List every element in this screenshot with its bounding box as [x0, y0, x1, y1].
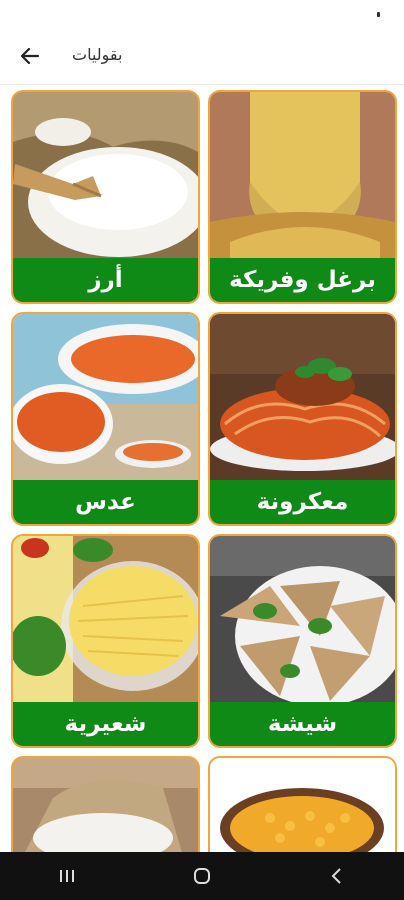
nav-back-button[interactable]	[307, 856, 367, 896]
page-title: بقوليات	[72, 45, 123, 64]
arrow-left-icon	[20, 47, 40, 65]
flour-image	[13, 758, 198, 856]
status-indicator	[377, 12, 380, 17]
category-label: معكرونة	[210, 480, 395, 524]
home-button[interactable]	[172, 856, 232, 896]
category-card-vermicelli[interactable]: شعيرية	[11, 534, 200, 748]
bulgur-image	[210, 92, 395, 258]
pasta-image	[210, 314, 395, 480]
vermicelli-image	[13, 536, 198, 702]
category-label: شعيرية	[13, 702, 198, 746]
status-bar	[0, 0, 404, 28]
category-label: شيشة	[210, 702, 395, 746]
corn-image	[210, 758, 395, 856]
category-label: برغل وفريكة	[210, 258, 395, 302]
category-card-flour[interactable]	[11, 756, 200, 856]
system-navigation-bar	[0, 852, 404, 900]
dumplings-image	[210, 536, 395, 702]
rice-image	[13, 92, 198, 258]
home-icon	[193, 868, 210, 884]
category-card-bulgur[interactable]: برغل وفريكة	[208, 90, 397, 304]
recents-icon	[60, 870, 75, 882]
category-card-rice[interactable]: أرز	[11, 90, 200, 304]
nav-back-icon	[331, 868, 341, 884]
back-button[interactable]	[10, 36, 50, 76]
app-bar: بقوليات	[0, 28, 404, 85]
lentils-image	[13, 314, 198, 480]
category-label: عدس	[13, 480, 198, 524]
category-label: أرز	[13, 258, 198, 302]
category-card-dumplings[interactable]: شيشة	[208, 534, 397, 748]
category-card-lentils[interactable]: عدس	[11, 312, 200, 526]
category-card-pasta[interactable]: معكرونة	[208, 312, 397, 526]
recents-button[interactable]	[37, 856, 97, 896]
category-card-corn[interactable]	[208, 756, 397, 856]
